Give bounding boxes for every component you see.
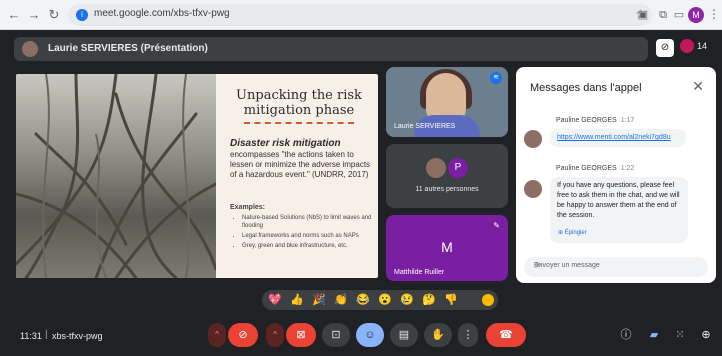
participants-button[interactable]: 14 <box>680 39 714 59</box>
message-time: 1:22 <box>620 165 635 172</box>
slide-example-item: Grey, green and blue infrastructure, etc… <box>242 242 374 250</box>
slide-divider <box>244 122 354 124</box>
profile-avatar[interactable]: M <box>688 7 704 23</box>
participant-initial: M <box>441 239 453 255</box>
message-text: If you have any questions, please feel f… <box>557 182 680 219</box>
emoji-reaction-icon[interactable]: ☺ <box>356 323 384 347</box>
reaction-heart-icon[interactable]: 💖 <box>266 291 284 309</box>
raise-hand-icon[interactable]: ✋ <box>424 323 452 347</box>
slide-examples-heading: Examples: <box>230 204 266 211</box>
pinned-participant-tile[interactable]: ✎ M Matthilde Ruiller <box>386 215 508 281</box>
reaction-thumbs-down-icon[interactable]: 👎 <box>442 291 460 309</box>
browser-menu-icon[interactable]: ⋮ <box>708 7 720 21</box>
reload-icon[interactable]: ↻ <box>46 7 62 23</box>
meeting-info-icon[interactable]: ⓘ <box>618 327 634 343</box>
emoji-picker-icon[interactable] <box>482 294 494 306</box>
meeting-link[interactable]: https://www.menti.com/al2neki7gd8u <box>557 134 671 141</box>
presentation-header: Laurie SERVIERES (Présentation) <box>14 37 648 61</box>
others-count-label: 11 autres personnes <box>415 186 479 193</box>
send-icon[interactable]: ➤ <box>534 260 700 271</box>
participants-count: 14 <box>697 41 708 51</box>
participants-avatar-icon <box>680 39 694 53</box>
reaction-clap-icon[interactable]: 👏 <box>332 291 350 309</box>
message-author: Pauline GEORGES <box>556 117 617 124</box>
reaction-thumbs-up-icon[interactable]: 👍 <box>288 291 306 309</box>
address-bar[interactable]: i meet.google.com/xbs-tfxv-pwg ☆ <box>68 4 652 26</box>
reaction-party-icon[interactable]: 🎉 <box>310 291 328 309</box>
chat-message: https://www.menti.com/al2neki7gd8u <box>550 129 686 147</box>
message-meta: Pauline GEORGES 1:22 <box>556 165 634 172</box>
slide-examples-list: Nature-based Solutions (NbS) to limit wa… <box>236 214 374 252</box>
reaction-surprised-icon[interactable]: 😮 <box>376 291 394 309</box>
reactions-bar: 💖 👍 🎉 👏 😂 😮 😢 🤔 👎 <box>262 290 498 310</box>
speaking-indicator-icon: ≋ <box>490 72 502 84</box>
host-controls-lock-icon[interactable]: ⊕ <box>698 327 714 343</box>
message-time: 1:17 <box>620 117 635 124</box>
presenter-video-tile[interactable]: ≋ Laurie SERVIERES <box>386 67 508 137</box>
participant-avatar-initial: P <box>448 158 468 178</box>
slide-example-item: Legal frameworks and norms such as NAPs <box>242 232 374 240</box>
present-screen-icon[interactable]: ⊡ <box>322 323 350 347</box>
browser-toolbar: ← → ↻ i meet.google.com/xbs-tfxv-pwg ☆ ▣… <box>0 0 722 30</box>
stop-presentation-icon[interactable]: ⊘ <box>656 39 674 57</box>
camera-off-icon[interactable]: ⊠ <box>286 323 316 347</box>
separator: | <box>45 329 48 340</box>
video-options-chevron-icon[interactable]: ^ <box>266 323 284 347</box>
clock: 11:31 <box>20 331 42 341</box>
forward-arrow-icon[interactable]: → <box>26 7 42 23</box>
slide-example-item: Nature-based Solutions (NbS) to limit wa… <box>242 214 374 230</box>
reaction-laugh-icon[interactable]: 😂 <box>354 291 372 309</box>
participant-name: Laurie SERVIERES <box>394 123 456 130</box>
presentation-slide: Unpacking the risk mitigation phase Disa… <box>16 74 378 278</box>
slide-definition-text: encompasses "the actions taken to lessen… <box>230 150 371 179</box>
extensions-puzzle-icon[interactable]: ⧉ <box>656 8 670 22</box>
participant-name: Matthilde Ruiller <box>394 269 445 276</box>
slide-definition-title: Disaster risk mitigation <box>230 138 341 149</box>
chat-panel: Messages dans l'appel ✕ Pauline GEORGES 1… <box>516 67 716 283</box>
slide-title: Unpacking the risk mitigation phase <box>236 88 362 118</box>
back-arrow-icon[interactable]: ← <box>6 7 22 23</box>
url-text: meet.google.com/xbs-tfxv-pwg <box>94 8 230 19</box>
participant-avatar <box>426 158 446 178</box>
message-author: Pauline GEORGES <box>556 165 617 172</box>
mangrove-roots-photo <box>16 74 216 278</box>
chat-title: Messages dans l'appel <box>530 82 642 94</box>
close-icon[interactable]: ✕ <box>692 78 704 95</box>
pin-icon[interactable]: ✎ <box>493 221 500 230</box>
reaction-sad-icon[interactable]: 😢 <box>398 291 416 309</box>
extension-icon[interactable]: ▣ <box>636 8 650 22</box>
pin-message-button[interactable]: ⊕ Épingler <box>558 229 587 236</box>
site-info-icon[interactable]: i <box>76 9 88 21</box>
mic-off-icon[interactable]: ⊘ <box>228 323 258 347</box>
presenter-avatar <box>22 41 38 57</box>
message-meta: Pauline GEORGES 1:17 <box>556 117 634 124</box>
presentation-title: Laurie SERVIERES (Présentation) <box>48 43 208 54</box>
audio-options-chevron-icon[interactable]: ^ <box>208 323 226 347</box>
activities-icon[interactable]: ⁙ <box>672 327 688 343</box>
pin-label: Épingler <box>564 230 587 236</box>
more-options-icon[interactable]: ⋮ <box>458 323 478 347</box>
side-panel-icon[interactable]: ▭ <box>672 8 686 22</box>
message-author-avatar <box>524 180 542 198</box>
meeting-code: xbs-tfxv-pwg <box>52 331 103 341</box>
chat-icon[interactable]: ▰ <box>646 327 662 343</box>
captions-icon[interactable]: ▤ <box>390 323 418 347</box>
others-tile[interactable]: P 11 autres personnes <box>386 144 508 208</box>
reaction-thinking-icon[interactable]: 🤔 <box>420 291 438 309</box>
leave-call-icon[interactable]: ☎ <box>486 323 526 347</box>
chat-message-input[interactable]: Envoyer un message ➤ <box>524 257 708 277</box>
message-author-avatar <box>524 130 542 148</box>
